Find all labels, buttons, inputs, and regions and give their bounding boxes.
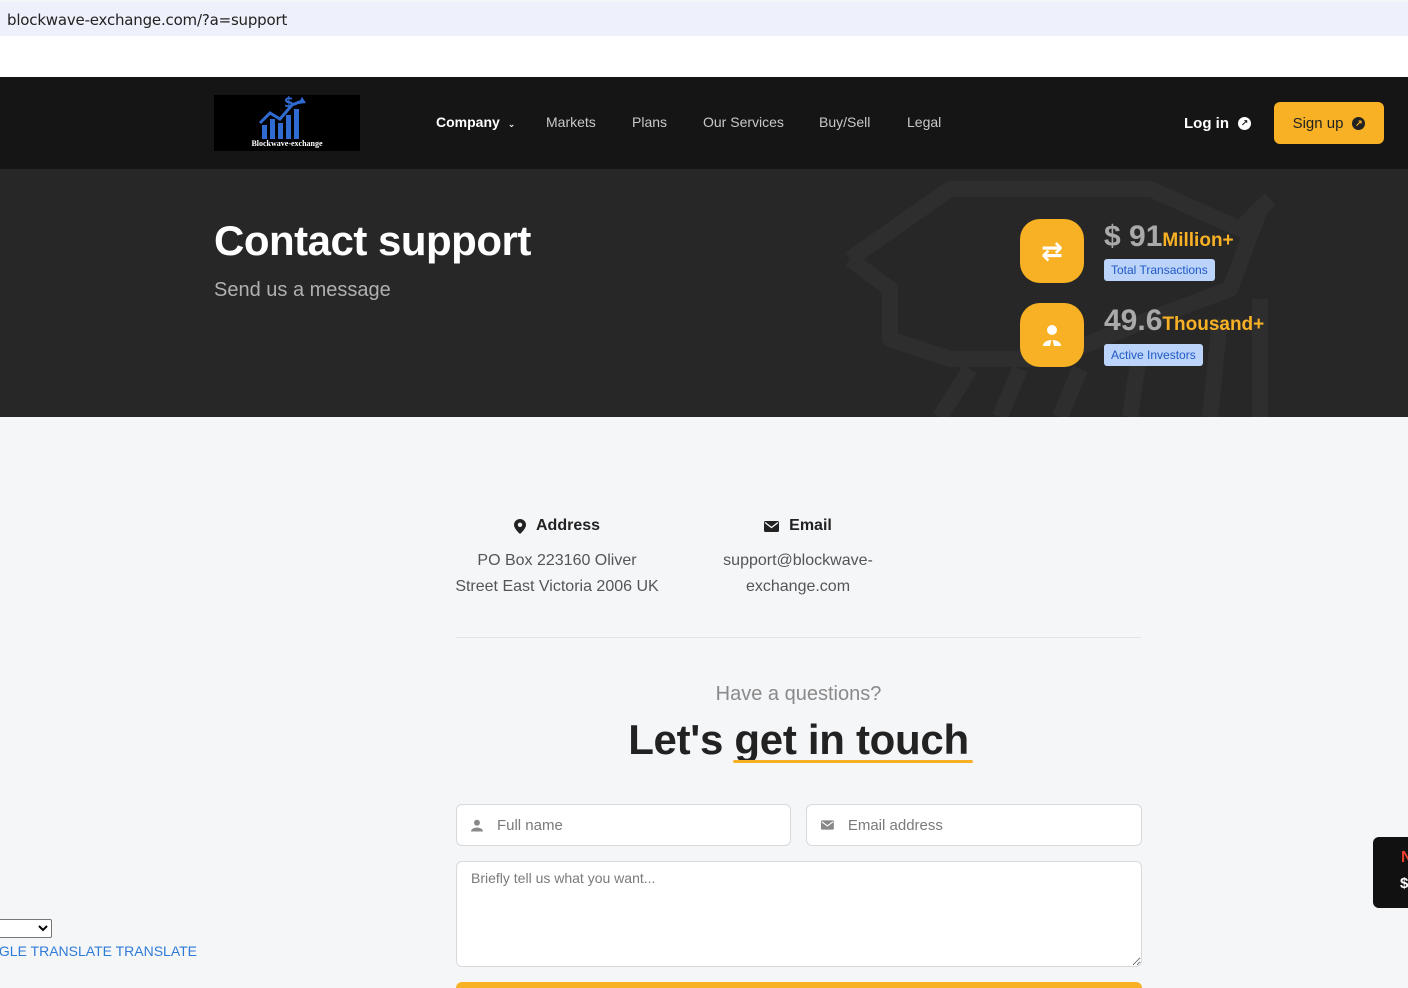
top-navigation: $ Blockwave-exchange Company ⌄ Markets P…: [0, 77, 1408, 169]
widget-line-1: N: [1401, 849, 1408, 866]
envelope-icon: [821, 820, 834, 830]
exchange-icon: ⇄: [1020, 219, 1084, 283]
logo-text: Blockwave-exchange: [251, 139, 323, 148]
message-field: [456, 861, 1142, 967]
top-spacer: [0, 36, 1408, 77]
chart-logo-icon: $: [258, 95, 306, 139]
user-icon: [471, 819, 483, 831]
arrow-up-right-icon: ↗: [1352, 116, 1366, 130]
google-translate-link[interactable]: OGLE TRANSLATE TRANSLATE: [0, 943, 197, 959]
stat-investors-label: Active Investors: [1104, 344, 1203, 366]
message-textarea[interactable]: [456, 861, 1142, 967]
investor-icon: [1020, 303, 1084, 367]
nav-legal[interactable]: Legal: [907, 114, 941, 130]
form-kicker: Have a questions?: [715, 683, 882, 705]
nav-company[interactable]: Company ⌄: [436, 114, 515, 130]
nav-buy-sell[interactable]: Buy/Sell: [819, 114, 870, 130]
email-address-field[interactable]: [806, 804, 1142, 846]
signup-button[interactable]: Sign up ↗: [1274, 102, 1384, 144]
nav-markets[interactable]: Markets: [546, 114, 596, 130]
form-heading: Let's get in touch: [628, 716, 974, 763]
email-line-2: exchange.com: [745, 578, 851, 595]
full-name-field[interactable]: [456, 804, 791, 846]
envelope-icon: [764, 520, 780, 532]
chevron-down-icon: ⌄: [507, 119, 516, 129]
svg-text:$: $: [284, 95, 294, 111]
nav-plans[interactable]: Plans: [632, 114, 667, 130]
page-subtitle: Send us a message: [214, 279, 391, 301]
nav-our-services[interactable]: Our Services: [703, 114, 784, 130]
arrow-up-right-icon: ↗: [1238, 117, 1251, 130]
full-name-input[interactable]: [496, 816, 790, 834]
email-address-input[interactable]: [847, 816, 1141, 834]
address-line-2: Street East Victoria 2006 UK: [455, 578, 659, 595]
section-divider: [456, 637, 1141, 638]
address-title: Address: [535, 517, 601, 534]
address-line-1: PO Box 223160 Oliver: [477, 552, 637, 569]
form-heading-highlight: get in touch: [733, 716, 974, 763]
submit-button[interactable]: [456, 982, 1142, 988]
email-line-1: support@blockwave-: [723, 552, 873, 569]
map-pin-icon: [513, 518, 526, 534]
language-select[interactable]: [0, 919, 52, 938]
login-link[interactable]: Log in ↗: [1184, 115, 1251, 132]
email-title: Email: [789, 517, 832, 534]
user-icon: [1043, 325, 1061, 346]
site-logo[interactable]: $ Blockwave-exchange: [214, 95, 360, 151]
url-text: blockwave-exchange.com/?a=support: [7, 11, 288, 29]
address-bar[interactable]: blockwave-exchange.com/?a=support: [0, 2, 1408, 36]
bull-watermark-icon: [845, 181, 1276, 417]
page-title: Contact support: [214, 217, 531, 264]
contact-address: Address PO Box 223160 Oliver Street East…: [452, 517, 662, 600]
stat-transactions-value: $ 91Million+: [1104, 220, 1234, 253]
floating-notification-widget[interactable]: N $: [1373, 837, 1408, 908]
stat-transactions-label: Total Transactions: [1104, 259, 1215, 281]
stat-investors-value: 49.6Thousand+: [1104, 304, 1265, 337]
hero-banner: Contact support Send us a message ⇄ $ 91…: [0, 169, 1408, 417]
contact-email: Email support@blockwave- exchange.com: [698, 517, 898, 600]
widget-line-2: $: [1400, 875, 1408, 892]
